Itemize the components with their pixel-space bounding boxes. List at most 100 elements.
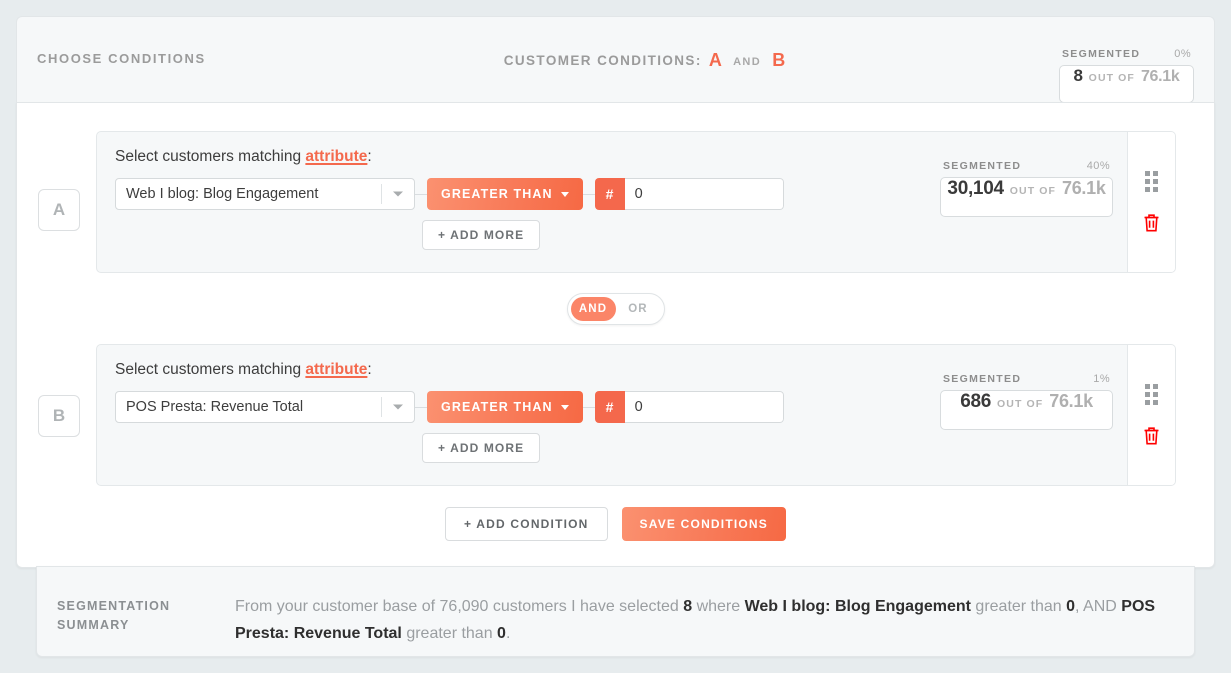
summary-attribute-a: Web I blog: Blog Engagement — [744, 598, 971, 615]
condition-badge-b: B — [38, 395, 80, 437]
summary-label-line2: SUMMARY — [57, 618, 130, 632]
condition-a-operator-button[interactable]: GREATER THAN — [427, 178, 583, 210]
summary-part6: . — [505, 625, 511, 642]
condition-a-meter-total: 76.1k — [1062, 178, 1106, 198]
condition-b-add-more-button[interactable]: + ADD MORE — [422, 433, 541, 463]
global-meter-box: 8 OUT OF 76.1k — [1059, 65, 1194, 103]
condition-a-attribute-link[interactable]: attribute — [305, 148, 367, 165]
summary-part2: where — [692, 598, 745, 615]
condition-a-meter-value: 30,104 — [947, 178, 1004, 199]
segmentation-summary-label: SEGMENTATION SUMMARY — [57, 597, 227, 635]
segmentation-builder-page: CHOOSE CONDITIONS CUSTOMER CONDITIONS: A… — [0, 0, 1231, 673]
global-meter-value: 8 — [1073, 66, 1083, 85]
condition-letter-a: A — [708, 50, 722, 70]
condition-b-attribute-value: POS Presta: Revenue Total — [126, 399, 304, 415]
condition-b-meter-label: SEGMENTED — [943, 373, 1022, 385]
summary-part3: greater than — [970, 598, 1067, 615]
connector-line — [582, 406, 595, 408]
condition-a-attribute-select[interactable]: Web I blog: Blog Engagement — [115, 178, 415, 210]
condition-b-actions — [1127, 345, 1175, 485]
connector-line — [582, 193, 595, 195]
hash-icon: # — [594, 178, 625, 210]
global-meter-middle: OUT OF — [1088, 72, 1135, 84]
segmentation-summary-card: SEGMENTATION SUMMARY From your customer … — [36, 566, 1195, 657]
condition-a-match-suffix: : — [367, 148, 372, 165]
condition-a-value-input[interactable] — [624, 178, 784, 210]
condition-a-meter-box: 30,104 OUT OF 76.1k — [940, 177, 1113, 217]
conditions-card: A Select customers matching attribute: W… — [16, 102, 1215, 568]
drag-handle-icon[interactable] — [1145, 384, 1158, 405]
condition-b-value-group: # — [594, 391, 784, 423]
logic-toggle-and[interactable]: AND — [570, 297, 616, 321]
condition-b-value-input[interactable] — [624, 391, 784, 423]
summary-label-line1: SEGMENTATION — [57, 599, 171, 613]
condition-a-meter-middle: OUT OF — [1009, 185, 1057, 197]
global-meter-percent: 0% — [1174, 48, 1191, 60]
summary-part5: greater than — [401, 625, 498, 642]
conditions-and-word: AND — [733, 56, 762, 68]
condition-b-operator-label: GREATER THAN — [441, 400, 553, 414]
condition-a-delete-icon[interactable] — [1142, 212, 1161, 233]
select-divider — [381, 397, 382, 417]
condition-a-meter-percent: 40% — [1086, 160, 1110, 172]
connector-line — [415, 193, 427, 195]
condition-a-segmented-meter: SEGMENTED 40% 30,104 OUT OF 76.1k — [940, 160, 1113, 217]
chevron-down-icon — [560, 404, 569, 410]
condition-b-operator-button[interactable]: GREATER THAN — [427, 391, 583, 423]
condition-b-meter-total: 76.1k — [1049, 391, 1093, 411]
summary-part1: From your customer base of 76,090 custom… — [235, 598, 684, 615]
chevron-down-icon — [393, 404, 403, 410]
condition-b-match-line: Select customers matching attribute: — [115, 361, 372, 379]
condition-a-meter-label: SEGMENTED — [943, 160, 1022, 172]
logic-toggle[interactable]: AND OR — [566, 293, 665, 325]
hash-icon: # — [594, 391, 625, 423]
condition-b-match-suffix: : — [367, 361, 372, 378]
segmentation-summary-text: From your customer base of 76,090 custom… — [235, 593, 1170, 647]
condition-a-add-more-button[interactable]: + ADD MORE — [422, 220, 541, 250]
condition-b-body: Select customers matching attribute: POS… — [97, 345, 1127, 485]
condition-a-actions — [1127, 132, 1175, 272]
global-meter-total: 76.1k — [1140, 68, 1180, 85]
conditions-footer: + ADD CONDITION SAVE CONDITIONS — [17, 507, 1214, 541]
select-divider — [381, 184, 382, 204]
condition-a-match-line: Select customers matching attribute: — [115, 148, 372, 166]
drag-handle-icon[interactable] — [1145, 171, 1158, 192]
add-condition-button[interactable]: + ADD CONDITION — [444, 507, 608, 541]
condition-b-match-prefix: Select customers matching — [115, 361, 306, 378]
chevron-down-icon — [393, 191, 403, 197]
condition-b-controls: POS Presta: Revenue Total GREATER THAN # — [115, 391, 784, 423]
condition-a-match-prefix: Select customers matching — [115, 148, 306, 165]
global-meter-header: SEGMENTED 0% — [1059, 48, 1194, 60]
global-segmented-meter: SEGMENTED 0% 8 OUT OF 76.1k — [1059, 48, 1194, 103]
condition-a-operator-label: GREATER THAN — [441, 187, 553, 201]
chevron-down-icon — [560, 191, 569, 197]
summary-value-b: 0 — [497, 625, 506, 642]
condition-card-b: Select customers matching attribute: POS… — [96, 344, 1176, 486]
summary-part4: , AND — [1075, 598, 1122, 615]
logic-toggle-or[interactable]: OR — [616, 297, 661, 321]
condition-b-attribute-select[interactable]: POS Presta: Revenue Total — [115, 391, 415, 423]
condition-a-meter-header: SEGMENTED 40% — [940, 160, 1113, 172]
condition-b-segmented-meter: SEGMENTED 1% 686 OUT OF 76.1k — [940, 373, 1113, 430]
condition-a-value-group: # — [594, 178, 784, 210]
condition-a-body: Select customers matching attribute: Web… — [97, 132, 1127, 272]
summary-value-a: 0 — [1066, 598, 1076, 615]
customer-conditions-label: CUSTOMER CONDITIONS: A AND B — [17, 50, 1214, 71]
summary-selected-count: 8 — [683, 598, 693, 615]
condition-b-meter-middle: OUT OF — [997, 398, 1044, 410]
condition-badge-a: A — [38, 189, 80, 231]
condition-letter-b: B — [772, 50, 786, 70]
condition-b-meter-box: 686 OUT OF 76.1k — [940, 390, 1113, 430]
condition-b-attribute-link[interactable]: attribute — [305, 361, 367, 378]
global-meter-label: SEGMENTED — [1062, 48, 1141, 60]
condition-b-delete-icon[interactable] — [1142, 425, 1161, 446]
save-conditions-button[interactable]: SAVE CONDITIONS — [621, 507, 787, 541]
connector-line — [415, 406, 427, 408]
header-card: CHOOSE CONDITIONS CUSTOMER CONDITIONS: A… — [16, 16, 1215, 103]
condition-b-meter-header: SEGMENTED 1% — [940, 373, 1113, 385]
condition-b-meter-value: 686 — [960, 391, 991, 412]
condition-card-a: Select customers matching attribute: Web… — [96, 131, 1176, 273]
condition-b-meter-percent: 1% — [1093, 373, 1110, 385]
customer-conditions-prefix: CUSTOMER CONDITIONS: — [503, 53, 702, 68]
condition-a-controls: Web I blog: Blog Engagement GREATER THAN… — [115, 178, 784, 210]
